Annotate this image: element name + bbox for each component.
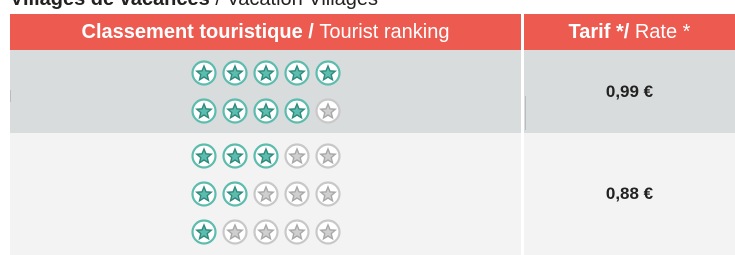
page-title: Villages de vacances / Vacation Villages: [10, 0, 378, 11]
title-separator: /: [210, 0, 227, 10]
title-fr: Villages de vacances: [10, 0, 210, 10]
star-empty-icon: [252, 219, 279, 245]
star-filled-icon: [190, 181, 217, 207]
table-row: 0,88 €: [10, 133, 735, 255]
star-filled-icon: [252, 97, 279, 124]
star-filled-icon: [190, 219, 217, 245]
star-empty-icon: [252, 181, 279, 207]
star-empty-icon: [283, 143, 310, 169]
star-empty-icon: [283, 181, 310, 207]
star-empty-icon: [314, 143, 341, 169]
star-filled-icon: [190, 59, 217, 86]
star-rating: [10, 175, 521, 213]
title-en: Vacation Villages: [226, 0, 378, 10]
header-ranking-en: Tourist ranking: [319, 20, 450, 43]
ratings-cell: [10, 133, 521, 255]
star-empty-icon: [283, 219, 310, 245]
star-rating: [10, 54, 521, 92]
table-header: Classement touristique / Tourist ranking…: [10, 14, 735, 50]
table-row: 0,99 €: [10, 50, 735, 133]
star-filled-icon: [283, 59, 310, 86]
star-filled-icon: [190, 97, 217, 124]
star-filled-icon: [283, 97, 310, 124]
star-filled-icon: [221, 143, 248, 169]
ratings-cell: [10, 50, 521, 133]
star-empty-icon: [221, 219, 248, 245]
star-filled-icon: [252, 143, 279, 169]
star-rating: [10, 137, 521, 175]
star-empty-icon: [314, 181, 341, 207]
header-rate-fr: Tarif */: [568, 20, 630, 43]
star-rating: [10, 92, 521, 130]
star-filled-icon: [190, 143, 217, 169]
rates-table: Classement touristique / Tourist ranking…: [10, 14, 735, 255]
star-filled-icon: [221, 97, 248, 124]
star-filled-icon: [314, 59, 341, 86]
star-rating: [10, 213, 521, 251]
star-empty-icon: [314, 219, 341, 245]
star-empty-icon: [314, 97, 341, 124]
header-rate-en: Rate *: [634, 20, 691, 43]
rate-cell: 0,99 €: [521, 50, 735, 133]
header-ranking: Classement touristique / Tourist ranking: [10, 14, 521, 50]
star-filled-icon: [221, 181, 248, 207]
divider-mark: [10, 90, 11, 102]
header-ranking-fr: Classement touristique /: [81, 20, 314, 43]
header-rate: Tarif */ Rate *: [521, 14, 735, 50]
star-filled-icon: [221, 59, 248, 86]
divider-mark: [525, 96, 526, 130]
rate-cell: 0,88 €: [521, 133, 735, 255]
star-filled-icon: [252, 59, 279, 86]
